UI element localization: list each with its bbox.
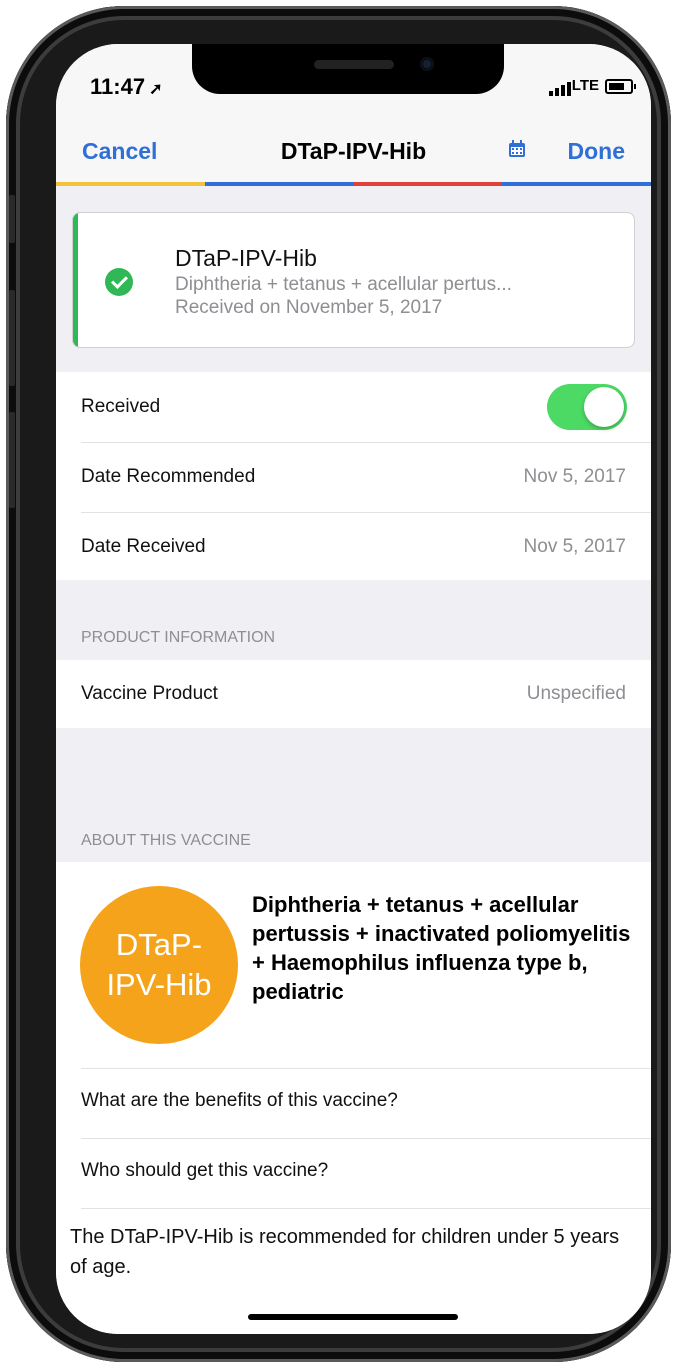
location-arrow-icon: ➚ xyxy=(149,81,163,98)
date-received-label: Date Received xyxy=(81,536,206,557)
vaccine-full-name: Diphtheria + tetanus + acellular pertuss… xyxy=(252,892,631,1004)
stripe-segment-blue xyxy=(204,182,354,186)
badge-line-1: DTaP- xyxy=(115,927,203,962)
vaccine-summary-text: The DTaP-IPV-Hib is recommended for chil… xyxy=(70,1226,620,1278)
stripe-segment-red xyxy=(353,182,503,186)
badge-line-2: IPV-Hib xyxy=(106,967,212,1002)
received-row[interactable]: Received xyxy=(56,372,651,442)
who-should-get-link[interactable]: Who should get this vaccine? xyxy=(81,1160,328,1182)
notch xyxy=(192,44,504,94)
camera xyxy=(420,57,434,71)
row-divider xyxy=(81,1138,651,1139)
vaccine-product-row[interactable]: Vaccine Product Unspecified xyxy=(56,660,651,728)
status-time: 11:47 ➚ xyxy=(90,74,163,99)
date-received-value: Nov 5, 2017 xyxy=(523,536,626,557)
date-recommended-value: Nov 5, 2017 xyxy=(523,466,626,487)
card-received-date: Received on November 5, 2017 xyxy=(175,297,443,318)
card-vaccine-description: Diphtheria + tetanus + acellular pertus.… xyxy=(175,274,512,295)
card-vaccine-name: DTaP-IPV-Hib xyxy=(175,245,317,271)
speaker xyxy=(314,60,394,69)
signal-icon xyxy=(549,78,573,96)
benefits-link[interactable]: What are the benefits of this vaccine? xyxy=(81,1090,398,1112)
screen: 11:47 ➚ LTE Cancel DTaP-IPV-Hib Done DTaP… xyxy=(56,44,651,1334)
date-recommended-label: Date Recommended xyxy=(81,466,256,487)
volume-up-button xyxy=(9,290,15,386)
card-status-bar xyxy=(73,213,78,347)
page-title: DTaP-IPV-Hib xyxy=(280,138,427,164)
stripe-segment-yellow xyxy=(56,182,205,186)
date-received-row[interactable]: Date Received Nov 5, 2017 xyxy=(56,512,651,580)
stripe-segment-blue-2 xyxy=(502,182,651,186)
date-recommended-row[interactable]: Date Recommended Nov 5, 2017 xyxy=(56,442,651,512)
row-divider xyxy=(81,1068,651,1069)
side-button xyxy=(9,195,15,243)
color-stripe xyxy=(56,182,651,186)
row-divider xyxy=(81,442,651,443)
received-toggle[interactable] xyxy=(547,384,627,430)
about-vaccine-header: ABOUT THIS VACCINE xyxy=(81,832,251,849)
calendar-icon[interactable] xyxy=(508,140,526,158)
check-circle-icon xyxy=(105,268,133,296)
row-divider xyxy=(81,512,651,513)
done-button[interactable]: Done xyxy=(568,138,626,165)
navigation-bar: Cancel DTaP-IPV-Hib Done xyxy=(56,116,651,182)
product-information-header: PRODUCT INFORMATION xyxy=(81,629,276,646)
vaccine-product-label: Vaccine Product xyxy=(81,683,218,704)
carrier-label: LTE xyxy=(571,77,599,94)
battery-icon xyxy=(605,79,636,94)
vaccine-abbreviation-badge: DTaP- IPV-Hib xyxy=(80,886,238,1044)
row-divider xyxy=(81,1208,651,1209)
vaccine-summary-card[interactable]: DTaP-IPV-Hib Diphtheria + tetanus + acel… xyxy=(72,212,635,348)
received-label: Received xyxy=(81,396,161,417)
home-indicator[interactable] xyxy=(248,1314,458,1320)
vaccine-product-value: Unspecified xyxy=(526,683,626,704)
volume-down-button xyxy=(9,412,15,508)
